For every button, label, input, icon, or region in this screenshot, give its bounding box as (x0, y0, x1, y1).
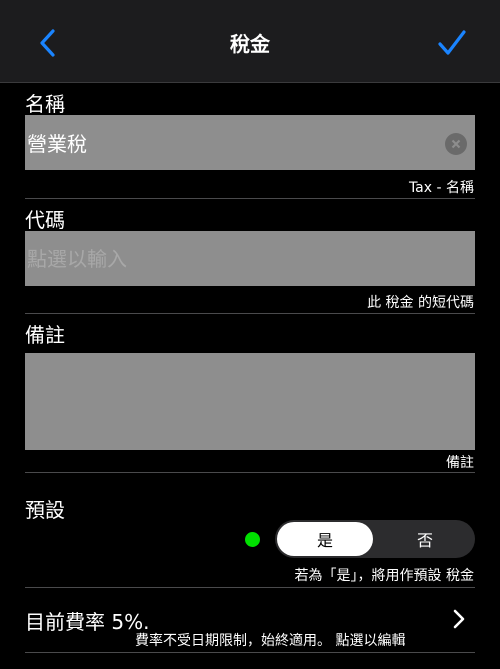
name-label: 名稱 (25, 92, 65, 116)
code-input[interactable] (25, 231, 475, 286)
code-label: 代碼 (25, 208, 65, 232)
notes-textarea[interactable] (25, 353, 475, 450)
checkmark-icon (438, 30, 466, 55)
rate-subtitle: 費率不受日期限制，始終適用。 點選以編輯 (135, 633, 406, 649)
page-title: 稅金 (230, 32, 270, 56)
default-no-option[interactable]: 否 (377, 522, 473, 556)
divider (25, 472, 475, 473)
status-indicator-dot (245, 532, 260, 547)
default-label: 預設 (25, 498, 65, 522)
name-hint: Tax - 名稱 (408, 180, 474, 196)
default-hint: 若為「是」，將用作預設 稅金 (294, 568, 474, 584)
name-input[interactable] (25, 115, 475, 170)
divider (25, 652, 475, 653)
default-segmented-control[interactable]: 是 否 (275, 520, 475, 558)
divider (25, 313, 475, 314)
default-yes-option[interactable]: 是 (277, 522, 373, 556)
current-rate-row[interactable]: 目前費率 5%. 費率不受日期限制，始終適用。 點選以編輯 (0, 596, 500, 652)
rate-title: 目前費率 5%. (25, 610, 150, 634)
chevron-right-icon (453, 609, 465, 629)
clear-name-button[interactable] (445, 133, 467, 155)
code-hint: 此 稅金 的短代碼 (367, 295, 474, 311)
done-button[interactable] (432, 26, 472, 60)
divider (25, 587, 475, 588)
notes-hint: 備註 (446, 455, 474, 471)
close-icon (451, 139, 461, 149)
notes-label: 備註 (25, 323, 65, 347)
divider (25, 198, 475, 199)
navigation-bar: 稅金 (0, 0, 500, 83)
